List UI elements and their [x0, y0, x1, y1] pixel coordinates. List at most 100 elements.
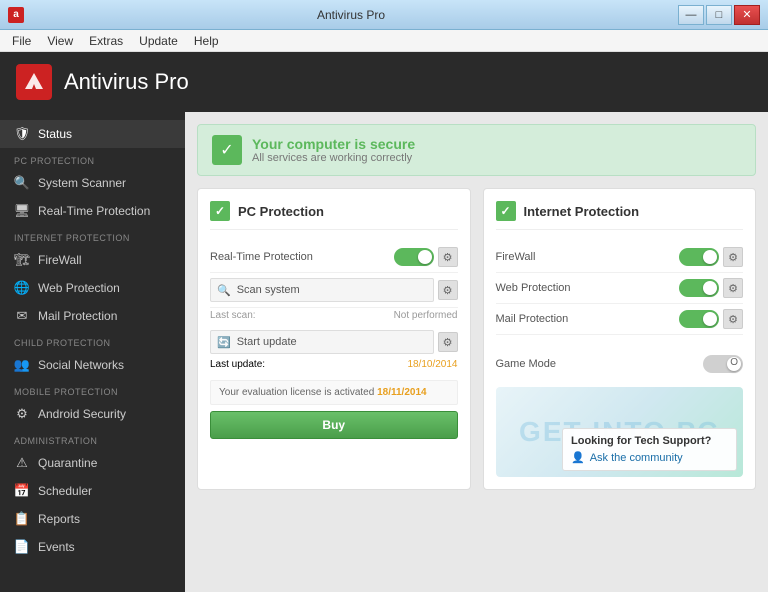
realtime-toggle-row: Real-Time Protection ⚙	[210, 242, 458, 273]
menubar: File View Extras Update Help	[0, 30, 768, 52]
monitor-icon: 🖥	[14, 203, 30, 219]
game-mode-toggle[interactable]: O	[703, 355, 743, 373]
update-row: 🔄 Start update ⚙	[210, 325, 458, 357]
quarantine-icon: ⚠	[14, 455, 30, 471]
tech-support-title: Looking for Tech Support?	[571, 435, 728, 447]
game-mode-label: Game Mode	[496, 358, 557, 370]
status-text-group: Your computer is secure All services are…	[252, 136, 415, 164]
scan-sub-row: Last scan: Not performed	[210, 308, 458, 325]
mail-protection-toggle[interactable]	[679, 310, 719, 328]
update-date-value: 18/10/2014	[407, 359, 457, 370]
events-icon: 📄	[14, 539, 30, 555]
minimize-button[interactable]: —	[678, 5, 704, 25]
realtime-label: Real-Time Protection	[210, 251, 313, 263]
realtime-toggle[interactable]	[394, 248, 434, 266]
sidebar-label-social: Social Networks	[38, 358, 124, 372]
close-button[interactable]: ✕	[734, 5, 760, 25]
scan-button[interactable]: 🔍 Scan system	[210, 278, 434, 302]
shield-icon: 🛡	[14, 126, 30, 142]
menu-update[interactable]: Update	[131, 32, 186, 50]
buy-button[interactable]: Buy	[210, 411, 458, 439]
sidebar-item-events[interactable]: 📄 Events	[0, 533, 185, 561]
mail-protection-knob	[703, 312, 717, 326]
menu-file[interactable]: File	[4, 32, 39, 50]
scan-sub-label: Last scan:	[210, 310, 256, 321]
sidebar-item-reports[interactable]: 📋 Reports	[0, 505, 185, 533]
web-protection-controls: ⚙	[679, 278, 743, 298]
sidebar-label-status: Status	[38, 127, 72, 141]
mail-protection-controls: ⚙	[679, 309, 743, 329]
sidebar-item-mail-protection[interactable]: ✉ Mail Protection	[0, 302, 185, 330]
update-refresh-icon: 🔄	[217, 336, 231, 349]
sidebar-section-internet: INTERNET PROTECTION	[0, 225, 185, 246]
mail-protection-gear[interactable]: ⚙	[723, 309, 743, 329]
realtime-gear[interactable]: ⚙	[438, 247, 458, 267]
sidebar-label-firewall: FireWall	[38, 253, 82, 267]
internet-protection-card: ✓ Internet Protection FireWall ⚙ Web Pr	[483, 188, 757, 490]
sidebar-item-social-networks[interactable]: 👥 Social Networks	[0, 351, 185, 379]
update-gear[interactable]: ⚙	[438, 332, 458, 352]
web-protection-row: Web Protection ⚙	[496, 273, 744, 304]
sidebar-item-system-scanner[interactable]: 🔍 System Scanner	[0, 169, 185, 197]
firewall-controls: ⚙	[679, 247, 743, 267]
scan-gear[interactable]: ⚙	[438, 280, 458, 300]
status-subtitle: All services are working correctly	[252, 152, 415, 164]
sidebar-section-child: CHILD PROTECTION	[0, 330, 185, 351]
ask-community-label: Ask the community	[590, 452, 683, 464]
titlebar: a Antivirus Pro — □ ✕	[0, 0, 768, 30]
android-icon: ⚙	[14, 406, 30, 422]
sidebar-item-web-protection[interactable]: 🌐 Web Protection	[0, 274, 185, 302]
app-header: Antivirus Pro	[0, 52, 768, 112]
update-sub-row: Last update: 18/10/2014	[210, 357, 458, 372]
menu-help[interactable]: Help	[186, 32, 227, 50]
sidebar-item-quarantine[interactable]: ⚠ Quarantine	[0, 449, 185, 477]
scan-section: 🔍 Scan system ⚙ Last scan: Not performed	[210, 273, 458, 325]
mail-protection-label: Mail Protection	[496, 313, 569, 325]
scan-sub-value: Not performed	[394, 310, 458, 321]
realtime-controls: ⚙	[394, 247, 458, 267]
firewall-gear[interactable]: ⚙	[723, 247, 743, 267]
social-icon: 👥	[14, 357, 30, 373]
scan-search-icon: 🔍	[217, 284, 231, 297]
sidebar-label-web: Web Protection	[38, 281, 120, 295]
maximize-button[interactable]: □	[706, 5, 732, 25]
status-banner: ✓ Your computer is secure All services a…	[197, 124, 756, 176]
sidebar-section-admin: ADMINISTRATION	[0, 428, 185, 449]
web-protection-knob	[703, 281, 717, 295]
sidebar-item-firewall[interactable]: 🏗 FireWall	[0, 246, 185, 274]
web-protection-toggle[interactable]	[679, 279, 719, 297]
sidebar-label-system-scanner: System Scanner	[38, 176, 126, 190]
sidebar-item-scheduler[interactable]: 📅 Scheduler	[0, 477, 185, 505]
sidebar-item-status[interactable]: 🛡 Status	[0, 120, 185, 148]
game-mode-row: Game Mode O	[496, 347, 744, 377]
app-icon: a	[8, 7, 24, 23]
menu-extras[interactable]: Extras	[81, 32, 131, 50]
tech-support-box: Looking for Tech Support? 👤 Ask the comm…	[562, 428, 737, 471]
scheduler-icon: 📅	[14, 483, 30, 499]
menu-view[interactable]: View	[39, 32, 81, 50]
firewall-icon: 🏗	[14, 252, 30, 268]
person-icon: 👤	[571, 451, 585, 464]
content-area: ✓ Your computer is secure All services a…	[185, 112, 768, 592]
sidebar-label-quarantine: Quarantine	[38, 456, 97, 470]
pc-protection-title: ✓ PC Protection	[210, 201, 458, 230]
sidebar-section-mobile: MOBILE PROTECTION	[0, 379, 185, 400]
cards-row: ✓ PC Protection Real-Time Protection ⚙	[197, 188, 756, 490]
window-controls: — □ ✕	[678, 5, 760, 25]
sidebar-item-realtime[interactable]: 🖥 Real-Time Protection	[0, 197, 185, 225]
sidebar-label-android: Android Security	[38, 407, 126, 421]
web-protection-gear[interactable]: ⚙	[723, 278, 743, 298]
sidebar-section-pc: PC PROTECTION	[0, 148, 185, 169]
sidebar-item-android[interactable]: ⚙ Android Security	[0, 400, 185, 428]
mail-protection-row: Mail Protection ⚙	[496, 304, 744, 335]
sidebar: 🛡 Status PC PROTECTION 🔍 System Scanner …	[0, 112, 185, 592]
watermark-area: GET INTO PC Looking for Tech Support? 👤 …	[496, 387, 744, 477]
sidebar-label-reports: Reports	[38, 512, 80, 526]
update-button[interactable]: 🔄 Start update	[210, 330, 434, 354]
app-title: Antivirus Pro	[64, 69, 189, 95]
firewall-toggle[interactable]	[679, 248, 719, 266]
ask-community-link[interactable]: 👤 Ask the community	[571, 451, 728, 464]
license-text: Your evaluation license is activated	[219, 387, 374, 398]
internet-protection-title: ✓ Internet Protection	[496, 201, 744, 230]
reports-icon: 📋	[14, 511, 30, 527]
